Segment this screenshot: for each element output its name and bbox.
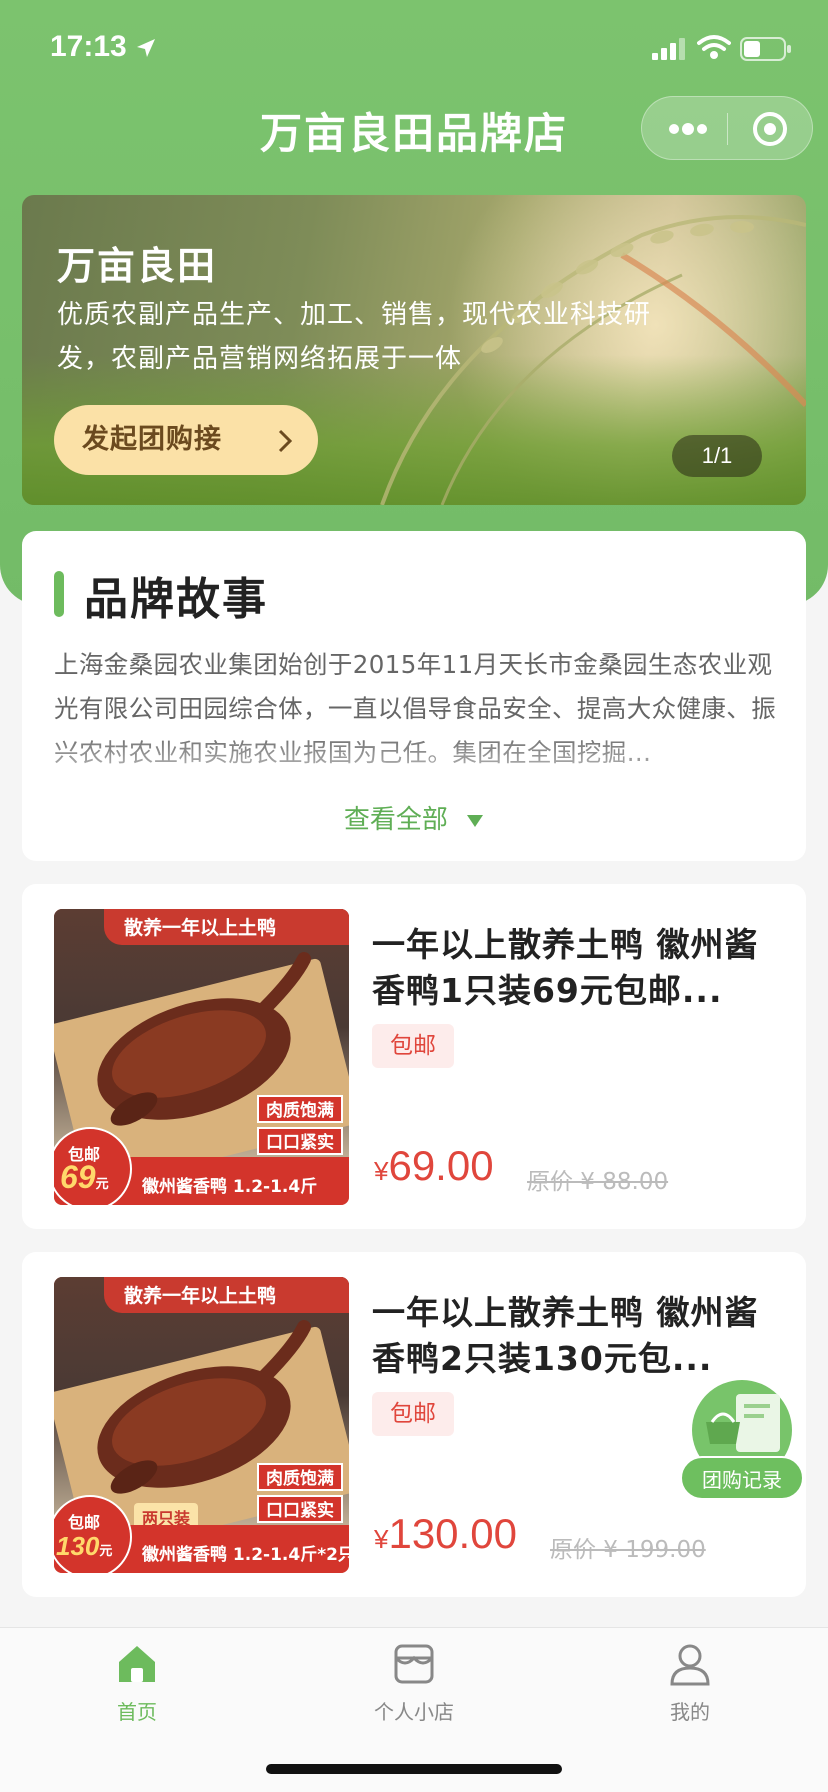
image-top-text: 散养一年以上土鸭 [124, 917, 277, 939]
status-time: 17:13 [50, 30, 127, 63]
image-tag-meaty: 肉质饱满 [257, 1463, 343, 1491]
image-top-text: 散养一年以上土鸭 [124, 1285, 277, 1307]
group-buy-records-button[interactable]: 团购记录 [680, 1380, 804, 1500]
free-shipping-badge: 包邮 [372, 1024, 454, 1068]
tab-my-shop[interactable]: 个人小店 [334, 1642, 494, 1725]
tab-me[interactable]: 我的 [610, 1642, 770, 1725]
image-price-value: 69元 [60, 1159, 109, 1195]
cellular-signal-icon [652, 38, 685, 60]
product-image[interactable]: 散养一年以上土鸭 肉质饱满 口口紧实 两只装 徽州酱香鸭 1.2-1.4斤*2只… [54, 1277, 349, 1573]
tab-me-label: 我的 [670, 1700, 710, 1724]
free-shipping-badge: 包邮 [372, 1392, 454, 1436]
image-price-value: 130元 [56, 1531, 113, 1561]
product-price: ¥130.00 [374, 1510, 517, 1557]
product-image[interactable]: 散养一年以上土鸭 肉质饱满 口口紧实 徽州酱香鸭 1.2-1.4斤 包邮 69元 [54, 909, 349, 1205]
view-all-label: 查看全部 [343, 805, 448, 835]
brand-story-title: 品牌故事 [84, 574, 268, 625]
clipboard-cart-icon [706, 1394, 780, 1452]
shop-icon [394, 1644, 434, 1684]
product-title[interactable]: 一年以上散养土鸭 徽州酱香鸭1只装69元包邮... [372, 922, 772, 1014]
image-price-label: 包邮 [68, 1513, 101, 1532]
image-bottom-text: 徽州酱香鸭 1.2-1.4斤*2只 [142, 1545, 349, 1565]
home-icon [119, 1646, 155, 1682]
product-title[interactable]: 一年以上散养土鸭 徽州酱香鸭2只装130元包... [372, 1290, 772, 1382]
section-accent-bar [54, 571, 64, 617]
close-mini-program-icon[interactable] [752, 111, 788, 147]
triangle-down-icon [467, 814, 484, 827]
banner-description: 优质农副产品生产、加工、销售，现代农业科技研发，农副产品营销网络拓展于一体 [57, 300, 652, 374]
story-text-fade [54, 731, 779, 777]
image-bottom-text: 徽州酱香鸭 1.2-1.4斤 [142, 1177, 318, 1197]
status-bar: 17:13 [0, 0, 828, 96]
image-tag-firm: 口口紧实 [257, 1127, 343, 1155]
banner-page-indicator: 1/1 [672, 435, 762, 477]
capsule-divider [727, 113, 728, 145]
brand-story-card: 品牌故事 上海金桑园农业集团始创于2015年11月天长市金桑园生态农业观光有限公… [22, 531, 806, 861]
image-tag-meaty: 肉质饱满 [257, 1095, 343, 1123]
view-all-button[interactable]: 查看全部 [22, 799, 806, 836]
more-icon[interactable] [668, 119, 708, 139]
product-card[interactable]: 散养一年以上土鸭 肉质饱满 口口紧实 徽州酱香鸭 1.2-1.4斤 包邮 69元… [22, 884, 806, 1229]
start-group-buy-button[interactable]: 发起团购接 [54, 405, 318, 475]
home-indicator [266, 1764, 562, 1774]
product-price: ¥69.00 [374, 1142, 494, 1189]
battery-icon [740, 37, 791, 61]
image-tag-firm: 口口紧实 [257, 1495, 343, 1523]
wifi-icon [697, 35, 731, 59]
tab-home[interactable]: 首页 [57, 1642, 217, 1725]
tab-home-label: 首页 [117, 1700, 157, 1724]
location-arrow-icon [137, 39, 155, 57]
user-icon [670, 1644, 710, 1686]
chevron-right-icon [278, 429, 292, 453]
group-buy-records-label: 团购记录 [680, 1456, 804, 1500]
mini-program-capsule [641, 96, 813, 160]
original-price: 原价 ¥ 199.00 [550, 1537, 706, 1563]
tab-my-shop-label: 个人小店 [374, 1700, 454, 1724]
original-price: 原价 ¥ 88.00 [527, 1169, 669, 1195]
start-group-buy-label: 发起团购接 [82, 424, 222, 455]
banner[interactable]: 万亩良田 优质农副产品生产、加工、销售，现代农业科技研发，农副产品营销网络拓展于… [22, 195, 806, 505]
banner-title: 万亩良田 [57, 244, 218, 288]
